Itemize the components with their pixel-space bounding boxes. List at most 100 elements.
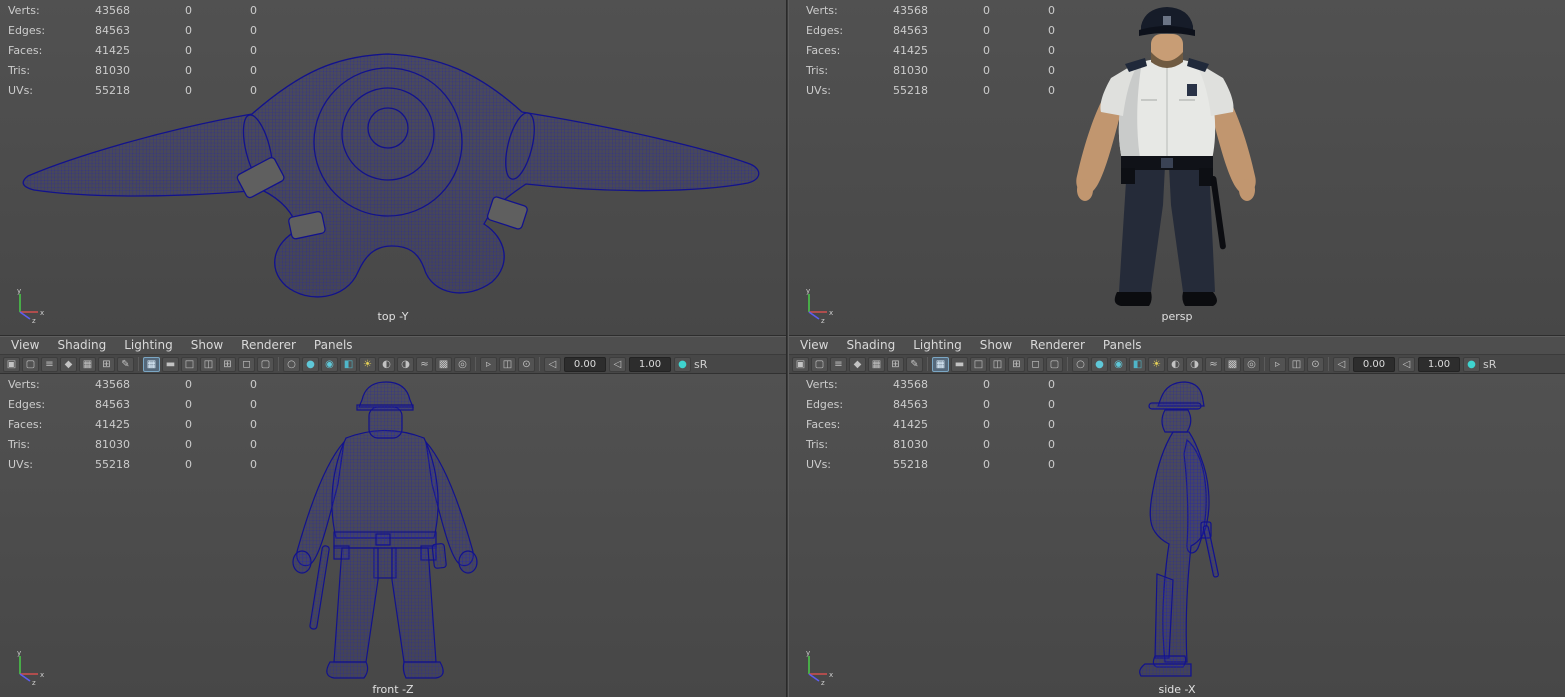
screen-space-ao-icon[interactable]: ◑: [397, 356, 414, 372]
isolate-select-icon[interactable]: ▹: [480, 356, 497, 372]
smooth-shade-icon[interactable]: ●: [302, 356, 319, 372]
menu-panels[interactable]: Panels: [305, 337, 362, 354]
grease-pencil-icon[interactable]: ✎: [117, 356, 134, 372]
use-all-lights-icon[interactable]: ☀: [359, 356, 376, 372]
hud-selected-count-2: 0: [1048, 458, 1055, 471]
screen-space-ao-icon[interactable]: ◑: [1186, 356, 1203, 372]
hud-row-label: Edges:: [8, 398, 46, 411]
x-ray-icon[interactable]: ◫: [1288, 356, 1305, 372]
gamma-field[interactable]: 1.00: [1418, 356, 1460, 372]
motion-blur-icon[interactable]: ≈: [1205, 356, 1222, 372]
menu-show[interactable]: Show: [971, 337, 1021, 354]
field-chart-icon[interactable]: ⊞: [219, 356, 236, 372]
axis-x-label: x: [40, 671, 44, 679]
viewport-top[interactable]: Verts: 43568 0 0 Edges: 84563 0 0 Faces: 41425 0 0 T…: [0, 0, 786, 336]
isolate-select-icon[interactable]: ▹: [1269, 356, 1286, 372]
field-chart-icon[interactable]: ⊞: [1008, 356, 1025, 372]
menu-show[interactable]: Show: [182, 337, 232, 354]
gate-mask-icon[interactable]: ◫: [989, 356, 1006, 372]
resolution-gate-icon[interactable]: □: [970, 356, 987, 372]
safe-action-icon[interactable]: ◻: [1027, 356, 1044, 372]
textured-icon[interactable]: ◧: [340, 356, 357, 372]
x-ray-joints-icon[interactable]: ⊙: [1307, 356, 1324, 372]
axis-y-label: y: [17, 649, 21, 657]
wireframe-icon[interactable]: ○: [283, 356, 300, 372]
exposure-toggle-icon[interactable]: ◁: [544, 356, 561, 372]
menu-view[interactable]: View: [791, 337, 837, 354]
menu-view[interactable]: View: [2, 337, 48, 354]
bookmarks-icon[interactable]: ◆: [849, 356, 866, 372]
shadows-icon[interactable]: ◐: [1167, 356, 1184, 372]
wireframe-on-shaded-icon[interactable]: ◉: [321, 356, 338, 372]
hud-row-label: Verts:: [8, 378, 40, 391]
menu-lighting[interactable]: Lighting: [115, 337, 182, 354]
grid-icon[interactable]: ▦: [143, 356, 160, 372]
exposure-field[interactable]: 0.00: [564, 356, 606, 372]
resolution-gate-icon[interactable]: □: [181, 356, 198, 372]
safe-title-icon[interactable]: ▢: [257, 356, 274, 372]
exposure-toggle-icon[interactable]: ◁: [1333, 356, 1350, 372]
motion-blur-icon[interactable]: ≈: [416, 356, 433, 372]
gate-mask-icon[interactable]: ◫: [200, 356, 217, 372]
menu-shading[interactable]: Shading: [837, 337, 904, 354]
camera-attributes-icon[interactable]: ≡: [41, 356, 58, 372]
color-management-icon[interactable]: ●: [674, 356, 691, 372]
viewport-front[interactable]: Verts: 43568 0 0 Edges: 84563 0 0 Faces: 41425 0 0 T…: [0, 374, 786, 697]
menu-shading[interactable]: Shading: [48, 337, 115, 354]
grease-pencil-icon[interactable]: ✎: [906, 356, 923, 372]
safe-action-icon[interactable]: ◻: [238, 356, 255, 372]
depth-of-field-icon[interactable]: ◎: [1243, 356, 1260, 372]
hud-selected-count-2: 0: [250, 378, 257, 391]
menu-renderer[interactable]: Renderer: [232, 337, 305, 354]
safe-title-icon[interactable]: ▢: [1046, 356, 1063, 372]
viewport-label-side: side -X: [1158, 683, 1196, 696]
select-camera-icon[interactable]: ▣: [792, 356, 809, 372]
grid-icon[interactable]: ▦: [932, 356, 949, 372]
image-plane-icon[interactable]: ▦: [868, 356, 885, 372]
smooth-shade-icon[interactable]: ●: [1091, 356, 1108, 372]
depth-of-field-icon[interactable]: ◎: [454, 356, 471, 372]
image-plane-icon[interactable]: ▦: [79, 356, 96, 372]
menu-renderer[interactable]: Renderer: [1021, 337, 1094, 354]
hud-total-count: 84563: [95, 24, 130, 37]
viewport-side[interactable]: Verts: 43568 0 0 Edges: 84563 0 0 Faces: 41425 0 0 T…: [789, 374, 1565, 697]
hud-row-label: UVs:: [806, 458, 832, 471]
multisample-aa-icon[interactable]: ▩: [1224, 356, 1241, 372]
2d-pan-zoom-icon[interactable]: ⊞: [887, 356, 904, 372]
color-management-icon[interactable]: ●: [1463, 356, 1480, 372]
viewport-persp[interactable]: Verts: 43568 0 0 Edges: 84563 0 0 Faces: 41425 0 0 T…: [789, 0, 1565, 336]
x-ray-joints-icon[interactable]: ⊙: [518, 356, 535, 372]
shadows-icon[interactable]: ◐: [378, 356, 395, 372]
camera-attributes-icon[interactable]: ≡: [830, 356, 847, 372]
panel-menubar: View Shading Lighting Show Renderer Panels: [0, 336, 786, 355]
hud-row-label: Verts:: [8, 4, 40, 17]
hud-row-label: Verts:: [806, 4, 838, 17]
hud-selected-count: 0: [983, 4, 990, 17]
gamma-field[interactable]: 1.00: [629, 356, 671, 372]
hud-total-count: 55218: [95, 458, 130, 471]
gamma-toggle-icon[interactable]: ◁: [609, 356, 626, 372]
wireframe-icon[interactable]: ○: [1072, 356, 1089, 372]
multisample-aa-icon[interactable]: ▩: [435, 356, 452, 372]
bottom-viewport-row: View Shading Lighting Show Renderer Panels ▣ ▢…: [0, 336, 1565, 697]
use-all-lights-icon[interactable]: ☀: [1148, 356, 1165, 372]
film-gate-icon[interactable]: ▬: [162, 356, 179, 372]
lock-camera-icon[interactable]: ▢: [22, 356, 39, 372]
hud-row-label: Edges:: [806, 24, 844, 37]
2d-pan-zoom-icon[interactable]: ⊞: [98, 356, 115, 372]
select-camera-icon[interactable]: ▣: [3, 356, 20, 372]
lock-camera-icon[interactable]: ▢: [811, 356, 828, 372]
textured-icon[interactable]: ◧: [1129, 356, 1146, 372]
bookmarks-icon[interactable]: ◆: [60, 356, 77, 372]
film-gate-icon[interactable]: ▬: [951, 356, 968, 372]
wireframe-on-shaded-icon[interactable]: ◉: [1110, 356, 1127, 372]
hud-selected-count-2: 0: [1048, 398, 1055, 411]
gamma-toggle-icon[interactable]: ◁: [1398, 356, 1415, 372]
toolbar-separator: [927, 357, 928, 371]
exposure-field[interactable]: 0.00: [1353, 356, 1395, 372]
toolbar-separator: [1328, 357, 1329, 371]
menu-panels[interactable]: Panels: [1094, 337, 1151, 354]
model-render-top-view: [22, 53, 760, 298]
x-ray-icon[interactable]: ◫: [499, 356, 516, 372]
menu-lighting[interactable]: Lighting: [904, 337, 971, 354]
